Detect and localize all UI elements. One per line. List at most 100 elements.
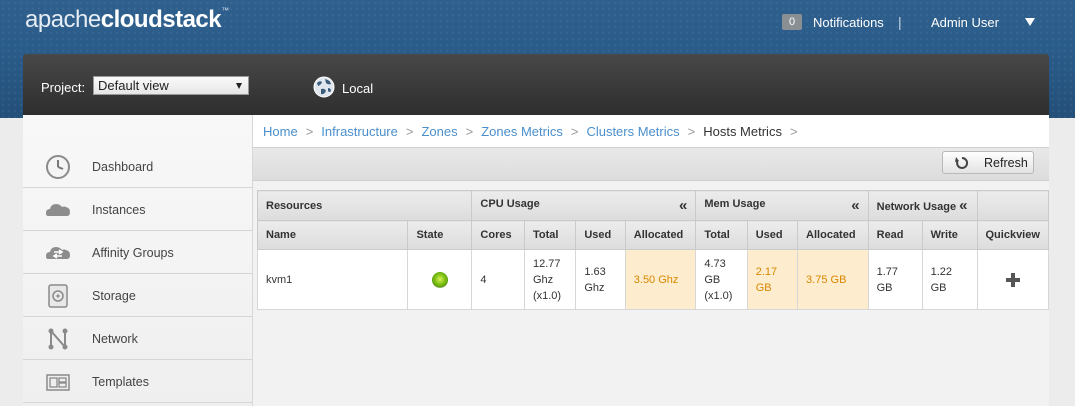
cell-quickview[interactable] bbox=[976, 249, 1049, 310]
user-menu[interactable]: Admin User bbox=[931, 15, 999, 30]
sidebar: Dashboard Instances Affinity Groups Stor… bbox=[23, 115, 253, 406]
cpu-total-value: 12.77 bbox=[532, 257, 561, 270]
sidebar-item-affinity-groups[interactable]: Affinity Groups bbox=[23, 231, 253, 274]
column-header-mem-total[interactable]: Total bbox=[695, 220, 748, 250]
breadcrumb-home[interactable]: Home bbox=[263, 124, 298, 139]
column-header-write[interactable]: Write bbox=[921, 220, 978, 250]
sidebar-item-label: Instances bbox=[92, 203, 146, 217]
main-content: Home > Infrastructure > Zones > Zones Metrics >… bbox=[253, 115, 1049, 406]
breadcrumb-separator: > bbox=[570, 124, 579, 139]
mem-used-value: 2.17 bbox=[755, 265, 778, 278]
cloudstack-logo[interactable]: apachecloudstack™ bbox=[25, 6, 229, 34]
breadcrumb-infrastructure[interactable]: Infrastructure bbox=[321, 124, 398, 139]
collapse-mem-icon[interactable]: « bbox=[851, 197, 859, 214]
zone-label[interactable]: Local bbox=[342, 81, 373, 96]
notifications-label: Notifications bbox=[813, 14, 884, 30]
group-cpu-usage: CPU Usage « bbox=[471, 190, 697, 221]
select-caret-icon bbox=[236, 83, 242, 89]
breadcrumb: Home > Infrastructure > Zones > Zones Metrics >… bbox=[253, 115, 1049, 147]
cpu-total-unit: Ghz bbox=[532, 273, 554, 286]
cell-mem-total: 4.73 GB (x1.0) bbox=[695, 249, 748, 310]
cell-mem-used: 2.17 GB bbox=[746, 249, 799, 310]
breadcrumb-separator: > bbox=[405, 124, 414, 139]
cell-cpu-used: 1.63 Ghz bbox=[575, 249, 626, 310]
project-label: Project: bbox=[41, 80, 86, 95]
breadcrumb-separator: > bbox=[789, 124, 798, 139]
refresh-button[interactable]: Refresh bbox=[942, 151, 1034, 174]
refresh-icon bbox=[955, 156, 969, 169]
cell-name[interactable]: kvm1 bbox=[256, 249, 409, 310]
mem-total-overcommit: (x1.0) bbox=[704, 289, 733, 302]
group-resources: Resources bbox=[256, 190, 473, 221]
project-bar: Project: Default view Local bbox=[23, 54, 1049, 115]
column-header-mem-used[interactable]: Used bbox=[746, 220, 799, 250]
write-value: 1.22 bbox=[930, 265, 953, 278]
logo-text-cloudstack: cloudstack bbox=[100, 6, 222, 33]
notifications-count-badge: 0 bbox=[782, 14, 802, 30]
globe-icon[interactable] bbox=[313, 76, 335, 98]
sidebar-item-label: Storage bbox=[92, 289, 136, 303]
table-column-header-row: Name State Cores Total Used Allocated To… bbox=[256, 220, 1049, 250]
breadcrumb-separator: > bbox=[687, 124, 696, 139]
column-header-state[interactable]: State bbox=[407, 220, 473, 250]
breadcrumb-hosts-metrics: Hosts Metrics bbox=[703, 124, 782, 139]
group-network-usage: Network Usage « bbox=[867, 190, 978, 221]
table-row[interactable]: kvm1 4 12.77 Ghz (x1.0) 1.63 Ghz 3.50 Gh… bbox=[256, 249, 1049, 310]
mem-used-unit: GB bbox=[755, 281, 772, 294]
cell-mem-allocated: 3.75 GB bbox=[797, 249, 869, 310]
quickview-plus-icon[interactable] bbox=[1005, 272, 1020, 287]
templates-icon bbox=[46, 374, 70, 391]
sidebar-item-label: Templates bbox=[92, 375, 149, 389]
column-header-read[interactable]: Read bbox=[867, 220, 923, 250]
table-group-header-row: Resources CPU Usage « Mem Usage « Networ… bbox=[256, 190, 1049, 221]
breadcrumb-zones[interactable]: Zones bbox=[421, 124, 457, 139]
column-header-cpu-allocated[interactable]: Allocated bbox=[624, 220, 697, 250]
cell-read: 1.77 GB bbox=[867, 249, 923, 310]
refresh-label: Refresh bbox=[984, 156, 1028, 170]
breadcrumb-separator: > bbox=[465, 124, 474, 139]
column-header-cpu-used[interactable]: Used bbox=[575, 220, 626, 250]
cell-write: 1.22 GB bbox=[921, 249, 978, 310]
cell-cores: 4 bbox=[471, 249, 525, 310]
sidebar-item-label: Network bbox=[92, 332, 138, 346]
breadcrumb-zones-metrics[interactable]: Zones Metrics bbox=[481, 124, 563, 139]
column-header-mem-allocated[interactable]: Allocated bbox=[797, 220, 869, 250]
group-mem-usage: Mem Usage « bbox=[695, 190, 869, 221]
read-unit: GB bbox=[876, 281, 893, 294]
chevron-down-icon[interactable] bbox=[1025, 18, 1035, 26]
sidebar-item-label: Dashboard bbox=[92, 160, 154, 174]
cloud-icon bbox=[46, 204, 70, 216]
mem-total-value: 4.73 bbox=[704, 257, 726, 270]
cpu-used-value: 1.63 bbox=[584, 265, 606, 278]
column-header-quickview: Quickview bbox=[976, 220, 1049, 250]
column-header-name[interactable]: Name bbox=[256, 220, 409, 250]
column-header-cpu-total[interactable]: Total bbox=[523, 220, 577, 250]
sidebar-item-storage[interactable]: Storage bbox=[23, 274, 253, 317]
read-value: 1.77 bbox=[876, 265, 899, 278]
hosts-metrics-table: Resources CPU Usage « Mem Usage « Networ… bbox=[256, 190, 1049, 310]
network-icon bbox=[48, 328, 68, 350]
header-separator: | bbox=[898, 14, 902, 30]
sidebar-item-label: Affinity Groups bbox=[92, 246, 174, 260]
mem-total-unit: GB bbox=[704, 273, 721, 286]
collapse-cpu-icon[interactable]: « bbox=[679, 197, 687, 214]
breadcrumb-separator: > bbox=[305, 124, 314, 139]
sidebar-item-dashboard[interactable]: Dashboard bbox=[23, 145, 253, 188]
group-quickview bbox=[976, 190, 1049, 221]
dashboard-icon bbox=[46, 155, 70, 179]
collapse-network-icon[interactable]: « bbox=[959, 197, 967, 214]
project-select[interactable]: Default view bbox=[93, 76, 249, 95]
group-network-label: Network Usage bbox=[876, 201, 957, 213]
affinity-icon bbox=[46, 247, 70, 259]
logo-text-apache: apache bbox=[25, 6, 101, 33]
toolbar: Refresh bbox=[253, 147, 1049, 181]
sidebar-item-network[interactable]: Network bbox=[23, 317, 253, 360]
cell-state bbox=[407, 249, 473, 310]
state-up-icon bbox=[431, 271, 448, 288]
breadcrumb-clusters-metrics[interactable]: Clusters Metrics bbox=[586, 124, 679, 139]
sidebar-item-templates[interactable]: Templates bbox=[23, 360, 253, 403]
column-header-cores[interactable]: Cores bbox=[471, 220, 525, 250]
group-mem-label: Mem Usage bbox=[704, 197, 766, 210]
notifications-button[interactable]: 0 Notifications bbox=[782, 14, 884, 30]
sidebar-item-instances[interactable]: Instances bbox=[23, 188, 253, 231]
